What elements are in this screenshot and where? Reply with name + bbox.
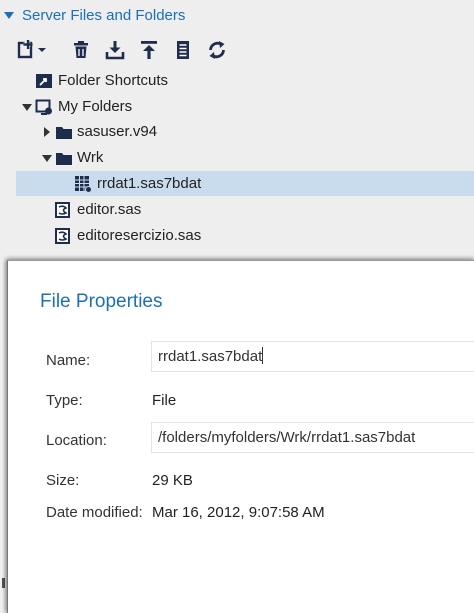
location-field-value: /folders/myfolders/Wrk/rrdat1.sas7bdat — [158, 429, 416, 446]
name-field-value: rrdat1.sas7bdat — [158, 348, 263, 365]
tree-item-wrk[interactable]: Wrk — [0, 145, 474, 170]
location-label: Location: — [46, 432, 107, 449]
dataset-icon — [74, 175, 92, 193]
new-menu-button[interactable] — [16, 39, 48, 61]
sas-program-icon — [54, 201, 72, 219]
refresh-icon — [209, 41, 225, 59]
tree-item-folder-shortcuts[interactable]: Folder Shortcuts — [0, 68, 474, 93]
dialog-title: File Properties — [40, 291, 163, 312]
size-value: 29 KB — [152, 472, 193, 489]
date-modified-value: Mar 16, 2012, 9:07:58 AM — [152, 504, 325, 521]
panel-header[interactable]: Server Files and Folders — [0, 0, 474, 34]
tree-item-editoresercizio-sas[interactable]: editoresercizio.sas — [0, 223, 474, 248]
expand-down-icon[interactable] — [42, 155, 52, 162]
name-field[interactable]: rrdat1.sas7bdat — [151, 341, 474, 372]
tree-item-sasuser[interactable]: sasuser.v94 — [0, 119, 474, 144]
my-folders-icon — [35, 98, 53, 116]
tree-item-label: editoresercizio.sas — [77, 227, 202, 244]
folder-icon — [55, 149, 73, 167]
resize-handle[interactable] — [2, 578, 5, 588]
folder-icon — [55, 123, 73, 141]
new-file-icon — [17, 40, 46, 59]
properties-button[interactable] — [172, 39, 194, 61]
date-modified-label: Date modified: — [46, 504, 143, 521]
download-button[interactable] — [104, 39, 126, 61]
collapse-caret-icon[interactable] — [4, 12, 14, 19]
sas-program-icon — [54, 227, 72, 245]
refresh-button[interactable] — [206, 39, 228, 61]
upload-button[interactable] — [138, 39, 160, 61]
tree-item-label: editor.sas — [77, 201, 142, 218]
type-value: File — [152, 392, 177, 409]
tree-item-label: sasuser.v94 — [77, 123, 158, 140]
expand-down-icon[interactable] — [22, 104, 32, 111]
panel-title: Server Files and Folders — [22, 7, 186, 24]
trash-icon — [74, 41, 88, 58]
toolbar — [0, 36, 474, 64]
tree-item-label: rrdat1.sas7bdat — [97, 175, 202, 192]
tree-item-label: My Folders — [58, 98, 133, 115]
tree-item-label: Folder Shortcuts — [58, 72, 169, 89]
text-cursor — [262, 347, 264, 364]
properties-icon — [177, 41, 189, 59]
tree-item-my-folders[interactable]: My Folders — [0, 94, 474, 119]
delete-button[interactable] — [70, 39, 92, 61]
location-field[interactable]: /folders/myfolders/Wrk/rrdat1.sas7bdat — [151, 422, 474, 453]
upload-icon — [141, 41, 157, 59]
size-label: Size: — [46, 472, 80, 489]
download-icon — [105, 41, 125, 60]
tree-item-label: Wrk — [77, 149, 104, 166]
tree-item-rrdat1[interactable]: rrdat1.sas7bdat — [16, 171, 474, 196]
type-label: Type: — [46, 392, 83, 409]
tree-item-editor-sas[interactable]: editor.sas — [0, 197, 474, 222]
shortcut-icon — [35, 72, 53, 90]
name-label: Name: — [46, 352, 91, 369]
file-properties-dialog: File Properties Name: rrdat1.sas7bdat Ty… — [7, 260, 474, 613]
background-strip — [0, 260, 7, 612]
expand-right-icon[interactable] — [44, 127, 50, 137]
